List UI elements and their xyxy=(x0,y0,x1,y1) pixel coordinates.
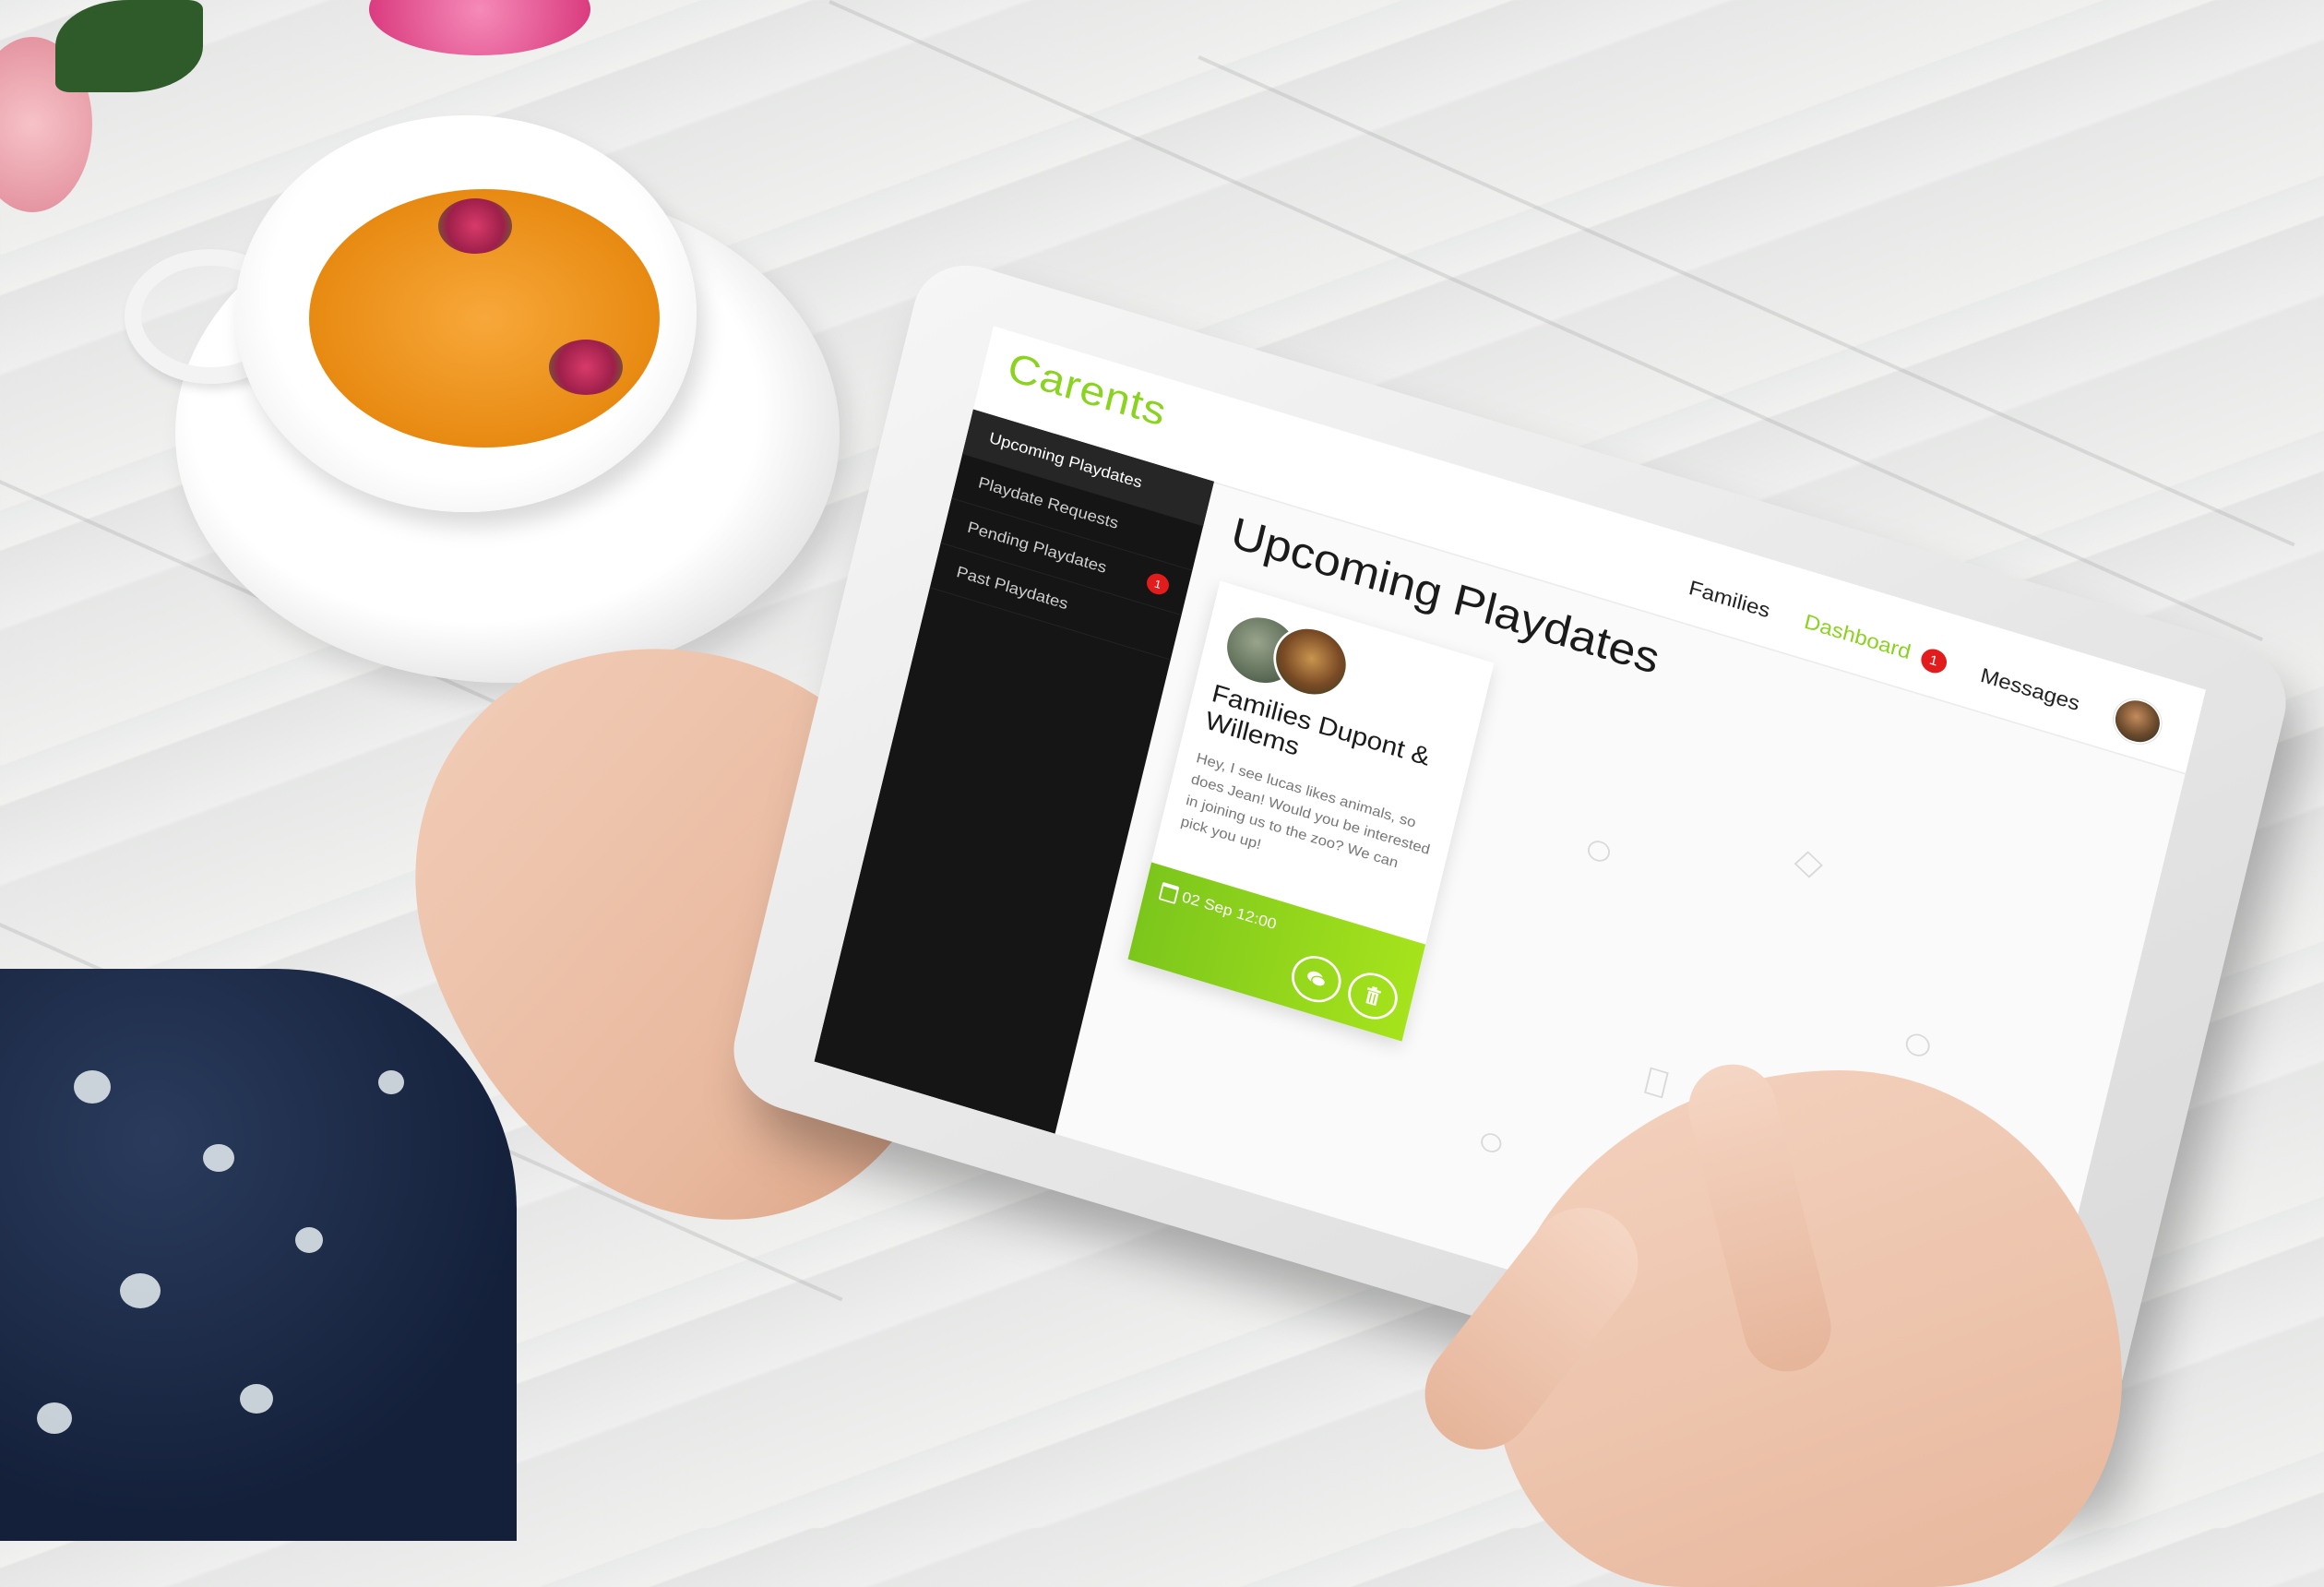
nav-dashboard-label: Dashboard xyxy=(1802,609,1913,664)
app-logo[interactable]: Carents xyxy=(1003,343,1172,436)
chat-icon xyxy=(1307,971,1327,987)
dashboard-notification-badge: 1 xyxy=(1918,645,1949,676)
background-pattern xyxy=(1903,1031,1933,1059)
pending-count-badge: 1 xyxy=(1144,570,1172,598)
rosebud xyxy=(549,340,623,395)
nav-families[interactable]: Families xyxy=(1686,575,1772,623)
sleeve-flower xyxy=(74,1070,111,1104)
sleeve-flower xyxy=(240,1384,273,1414)
sleeve-flower xyxy=(378,1070,404,1094)
sleeve-flower xyxy=(37,1402,72,1434)
background-pattern xyxy=(1479,1130,1504,1155)
rosebud xyxy=(438,198,512,254)
trash-icon xyxy=(1365,985,1381,1007)
sleeve-flower xyxy=(203,1144,234,1172)
card-date: 02 Sep 12:00 xyxy=(1158,881,1279,934)
leaf-decoration xyxy=(55,0,203,92)
delete-button[interactable] xyxy=(1343,966,1402,1026)
background-pattern xyxy=(1794,851,1823,878)
sleeve-flower xyxy=(120,1273,161,1308)
playdate-card[interactable]: Families Dupont & Willems Hey, I see luc… xyxy=(1127,580,1495,1042)
user-avatar[interactable] xyxy=(2109,693,2166,750)
card-actions xyxy=(1286,949,1402,1026)
sleeve-flower xyxy=(295,1227,323,1253)
floral-sleeve xyxy=(0,969,517,1541)
background-pattern xyxy=(1585,838,1613,865)
calendar-icon xyxy=(1158,881,1180,905)
chat-button[interactable] xyxy=(1286,949,1346,1008)
background-pattern xyxy=(1644,1067,1669,1099)
card-date-text: 02 Sep 12:00 xyxy=(1180,889,1279,933)
nav-messages[interactable]: Messages xyxy=(1978,662,2082,715)
flower-decoration xyxy=(369,0,590,55)
